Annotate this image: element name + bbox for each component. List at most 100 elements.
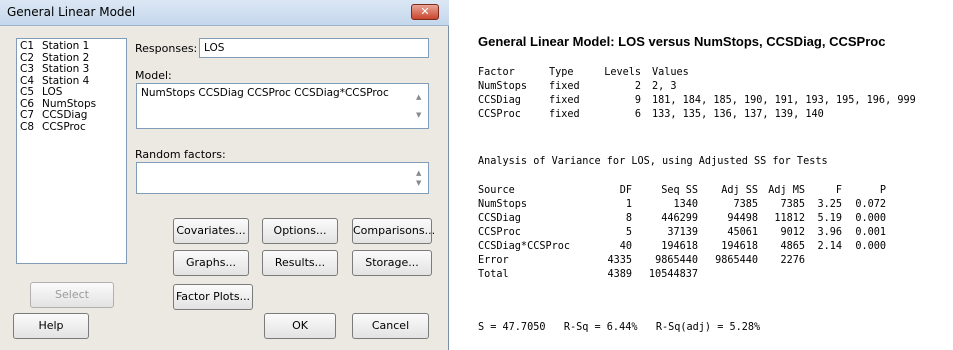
anova-cell: 9865440	[715, 255, 758, 266]
factor-cell-levels: 6	[634, 109, 641, 120]
storage-button[interactable]: Storage...	[352, 250, 432, 276]
factor-row: NumStops fixed 2 2, 3	[478, 80, 948, 94]
anova-cell: 9865440	[655, 255, 698, 266]
anova-cell: 2276	[780, 255, 805, 266]
cancel-button[interactable]: Cancel	[352, 313, 429, 339]
select-button[interactable]: Select	[30, 282, 114, 308]
anova-row: NumStops 1 1340 7385 7385 3.25 0.072	[478, 198, 948, 212]
anova-cell: Total	[478, 269, 509, 280]
factor-cell-values: 2, 3	[652, 81, 677, 92]
comparisons-button[interactable]: Comparisons...	[352, 218, 435, 244]
anova-cell: 1	[625, 199, 632, 210]
anova-row: Total 4389 10544837	[478, 268, 948, 282]
column-header: Levels	[604, 67, 641, 78]
anova-cell: 40	[619, 241, 632, 252]
column-header: F	[835, 185, 842, 196]
column-header: Adj MS	[768, 185, 805, 196]
anova-cell: 3.96	[817, 227, 842, 238]
anova-cell: 9012	[780, 227, 805, 238]
column-header: Source	[478, 185, 515, 196]
dialog-title: General Linear Model	[7, 5, 136, 19]
model-scrollbar[interactable]: ▲ ▼	[415, 87, 425, 125]
session-output: General Linear Model: LOS versus NumStop…	[455, 0, 953, 350]
column-header: Factor	[478, 67, 515, 78]
anova-cell: CCSDiag*CCSProc	[478, 241, 571, 252]
variable-list[interactable]: C1 Station 1 C2 Station 2 C3 Station 3 C4 Stati…	[16, 38, 127, 264]
anova-cell: 7385	[780, 199, 805, 210]
anova-cell: CCSDiag	[478, 213, 521, 224]
factor-cell-factor: CCSProc	[478, 109, 521, 120]
responses-input[interactable]: LOS	[199, 38, 429, 58]
variable-column-id: C7	[20, 109, 35, 121]
variable-name: Station 1	[42, 40, 90, 52]
anova-cell: 4335	[607, 255, 632, 266]
factor-table-header: Factor Type Levels Values	[478, 66, 948, 80]
random-factors-input[interactable]: ▲ ▼	[136, 162, 429, 194]
scroll-up-icon[interactable]: ▲	[416, 169, 421, 177]
model-label: Model:	[135, 69, 172, 82]
factor-row: CCSDiag fixed 9 181, 184, 185, 190, 191, 19…	[478, 94, 948, 108]
anova-cell: 5.19	[817, 213, 842, 224]
column-header: Type	[549, 67, 574, 78]
variable-column-id: C1	[20, 40, 35, 52]
factor-cell-values: 133, 135, 136, 137, 139, 140	[652, 109, 824, 120]
factor-table: Factor Type Levels Values NumStops fixed 2 2, 3…	[478, 66, 948, 122]
anova-cell: 8	[625, 213, 632, 224]
anova-table: Source DF Seq SS Adj SS Adj MS F P NumStops 1 134…	[478, 184, 948, 282]
column-header: Adj SS	[721, 185, 758, 196]
anova-cell: Error	[478, 255, 509, 266]
covariates-button[interactable]: Covariates...	[173, 218, 249, 244]
anova-row: Error 4335 9865440 9865440 2276	[478, 254, 948, 268]
close-icon: ✕	[420, 5, 430, 18]
anova-cell: 11812	[774, 213, 805, 224]
factor-cell-values: 181, 184, 185, 190, 191, 193, 195, 196, …	[652, 95, 916, 106]
responses-label: Responses:	[135, 42, 198, 55]
anova-cell: 94498	[727, 213, 758, 224]
help-button[interactable]: Help	[13, 313, 89, 339]
anova-cell: 4865	[780, 241, 805, 252]
variable-name: Station 2	[42, 51, 90, 64]
anova-row: CCSDiag*CCSProc 40 194618 194618 4865 2.14 0.0…	[478, 240, 948, 254]
variable-name: LOS	[42, 86, 63, 98]
column-header: Values	[652, 67, 689, 78]
variable-item[interactable]: C4 Station 4	[20, 74, 123, 88]
model-input[interactable]: NumStops CCSDiag CCSProc CCSDiag*CCSProc…	[136, 83, 429, 129]
dialog-titlebar: General Linear Model ✕	[0, 0, 449, 26]
anova-cell: 194618	[721, 241, 758, 252]
variable-name: Station 4	[42, 74, 90, 87]
anova-cell: 194618	[661, 241, 698, 252]
column-header: Seq SS	[661, 185, 698, 196]
graphs-button[interactable]: Graphs...	[173, 250, 249, 276]
anova-cell: 446299	[661, 213, 698, 224]
results-button[interactable]: Results...	[262, 250, 338, 276]
scroll-up-icon[interactable]: ▲	[416, 93, 421, 101]
variable-item[interactable]: C8 CCSProc	[20, 121, 123, 134]
variable-column-id: C5	[20, 86, 35, 98]
factor-cell-factor: CCSDiag	[478, 95, 521, 106]
anova-cell: NumStops	[478, 199, 528, 210]
random-factors-scrollbar[interactable]: ▲ ▼	[415, 166, 425, 190]
factor-cell-factor: NumStops	[478, 81, 528, 92]
model-summary: S = 47.7050 R-Sq = 6.44% R-Sq(adj) = 5.2…	[478, 322, 761, 333]
options-button[interactable]: Options...	[262, 218, 338, 244]
ok-button[interactable]: OK	[264, 313, 336, 339]
variable-column-id: C3	[20, 63, 35, 75]
anova-cell: 5	[625, 227, 632, 238]
anova-cell: 10544837	[648, 269, 698, 280]
anova-heading: Analysis of Variance for LOS, using Adju…	[478, 156, 828, 167]
anova-row: CCSProc 5 37139 45061 9012 3.96 0.001	[478, 226, 948, 240]
variable-name: NumStops	[42, 97, 97, 110]
anova-cell: 1340	[673, 199, 698, 210]
close-button[interactable]: ✕	[411, 4, 439, 20]
model-value: NumStops CCSDiag CCSProc CCSDiag*CCSProc	[141, 87, 389, 99]
factor-cell-levels: 2	[634, 81, 641, 92]
variable-name: CCSDiag	[42, 109, 88, 121]
anova-cell: 0.072	[855, 199, 886, 210]
scroll-down-icon[interactable]: ▼	[416, 179, 421, 187]
anova-cell: 45061	[727, 227, 758, 238]
anova-row: CCSDiag 8 446299 94498 11812 5.19 0.000	[478, 212, 948, 226]
factor-plots-button[interactable]: Factor Plots...	[173, 284, 253, 310]
scroll-down-icon[interactable]: ▼	[416, 111, 421, 119]
anova-cell: CCSProc	[478, 227, 521, 238]
anova-cell: 37139	[667, 227, 698, 238]
